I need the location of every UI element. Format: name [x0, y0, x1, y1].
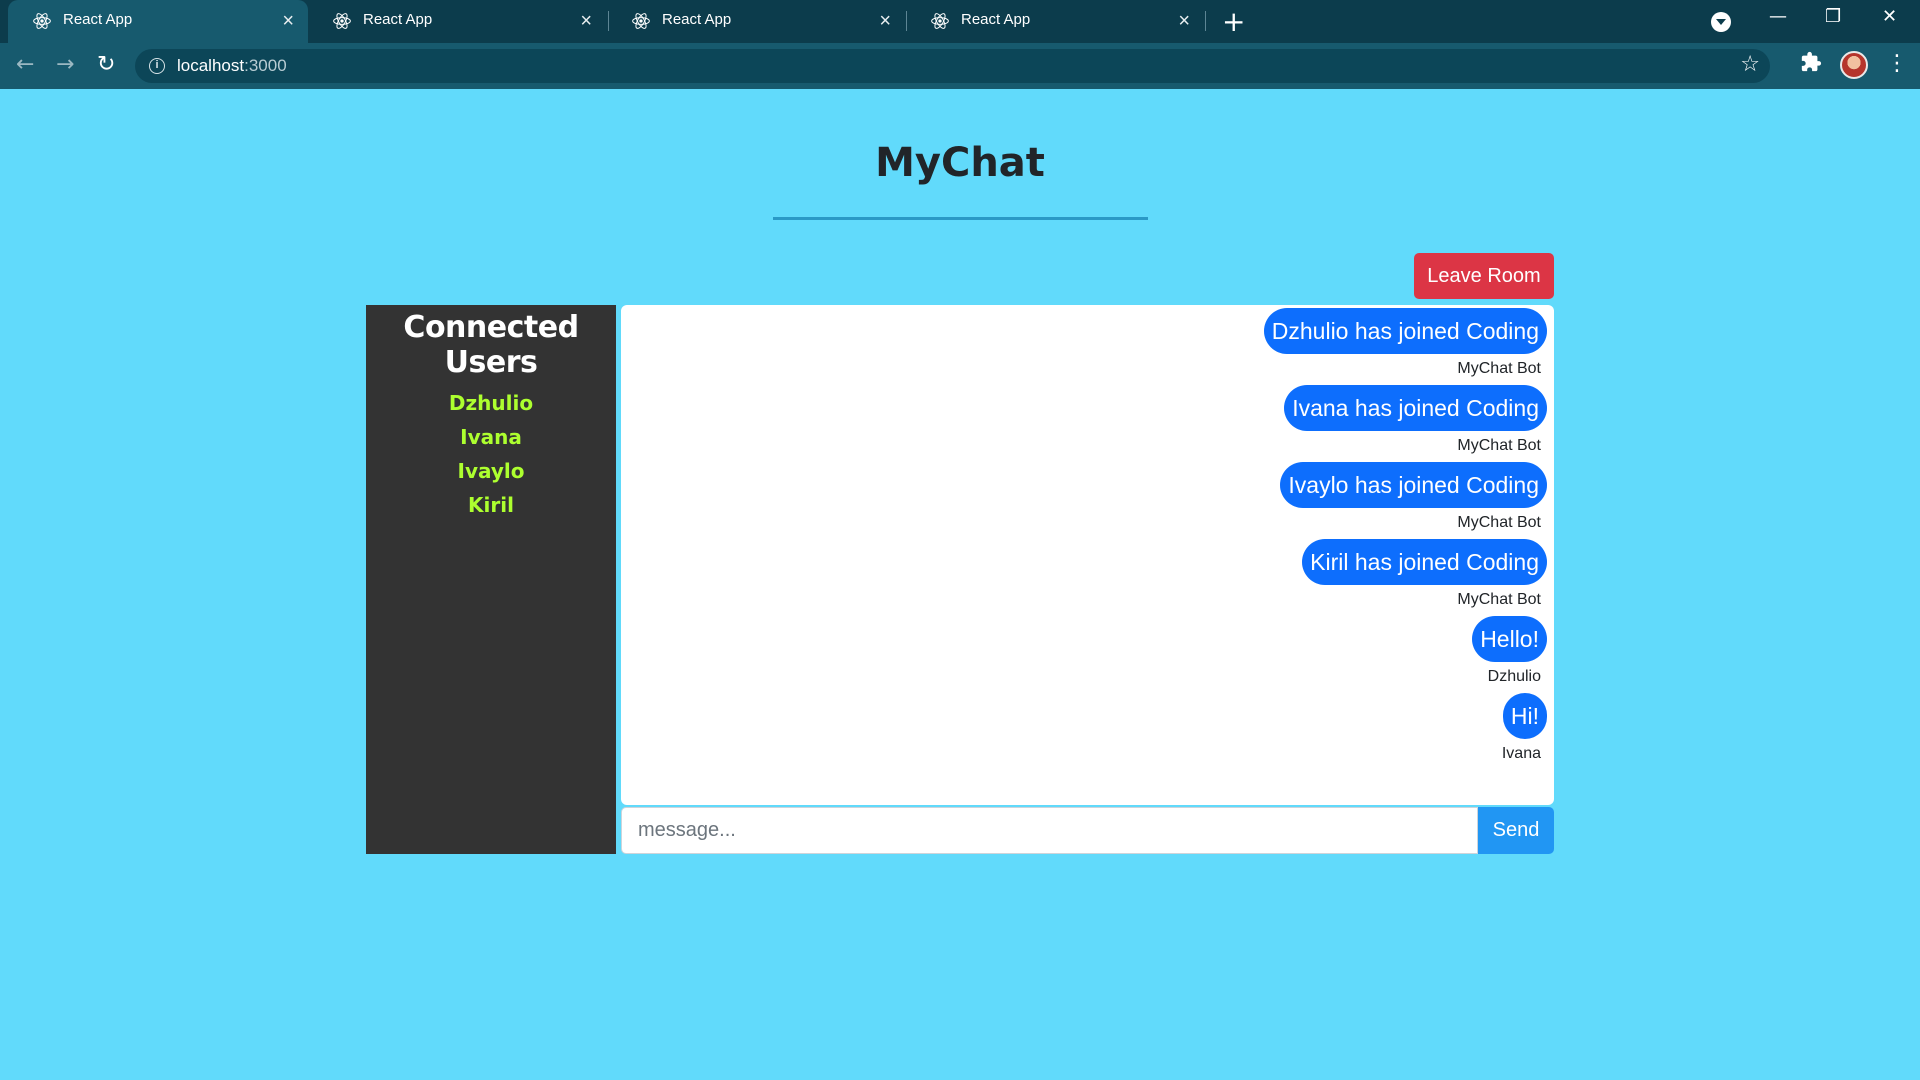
- message-bubble: Ivaylo has joined Coding: [1280, 462, 1547, 508]
- user-list-item: Dzhulio: [448, 391, 534, 415]
- tab-title: React App: [662, 11, 732, 28]
- profile-avatar[interactable]: [1840, 51, 1868, 79]
- address-bar[interactable]: i localhost:3000 ☆: [135, 49, 1770, 83]
- user-list-item: Kiril: [468, 493, 514, 517]
- restore-icon[interactable]: ❐: [1825, 6, 1841, 27]
- page-title: MyChat: [875, 140, 1045, 186]
- send-button[interactable]: Send: [1478, 807, 1554, 854]
- message-bubble: Ivana has joined Coding: [1284, 385, 1547, 431]
- browser-tab-bar: React App × React App × React App × Reac…: [0, 0, 1920, 43]
- user-list-item: Ivana: [460, 425, 522, 449]
- close-tab-icon[interactable]: ×: [1178, 10, 1190, 33]
- url-host: localhost: [177, 56, 245, 75]
- close-tab-icon[interactable]: ×: [580, 10, 592, 33]
- react-logo-icon: [33, 13, 51, 29]
- tab-title: React App: [961, 11, 1031, 28]
- back-icon[interactable]: ←: [16, 52, 34, 77]
- chat-message: Ivana has joined Coding MyChat Bot: [1284, 385, 1547, 455]
- chat-messages-area[interactable]: Dzhulio has joined Coding MyChat Bot Iva…: [621, 305, 1554, 805]
- new-tab-icon[interactable]: +: [1222, 5, 1245, 38]
- react-logo-icon: [931, 13, 949, 29]
- extensions-puzzle-icon[interactable]: [1800, 51, 1822, 73]
- connected-users-panel: Connected Users Dzhulio Ivana Ivaylo Kir…: [366, 305, 616, 854]
- chat-message: Dzhulio has joined Coding MyChat Bot: [1263, 308, 1547, 378]
- browser-toolbar: ← → ↻ i localhost:3000 ☆ ⋮: [0, 43, 1920, 89]
- browser-menu-icon[interactable]: ⋮: [1886, 51, 1908, 76]
- chat-message: Ivaylo has joined Coding MyChat Bot: [1280, 462, 1547, 532]
- message-sender: Dzhulio: [1487, 668, 1541, 685]
- tab-separator: [1205, 11, 1206, 31]
- message-sender: Ivana: [1501, 745, 1541, 762]
- tab-title: React App: [63, 11, 133, 28]
- leave-room-button[interactable]: Leave Room: [1414, 253, 1554, 299]
- react-logo-icon: [333, 13, 351, 29]
- browser-tab[interactable]: React App ×: [308, 0, 606, 43]
- close-tab-icon[interactable]: ×: [879, 10, 891, 33]
- chat-message: Kiril has joined Coding MyChat Bot: [1302, 539, 1547, 609]
- close-window-icon[interactable]: ✕: [1882, 6, 1897, 27]
- message-bubble: Dzhulio has joined Coding: [1263, 308, 1547, 354]
- tab-search-icon[interactable]: [1711, 12, 1731, 32]
- close-tab-icon[interactable]: ×: [282, 10, 294, 33]
- browser-tab[interactable]: React App ×: [8, 0, 308, 43]
- tab-title: React App: [363, 11, 433, 28]
- url-text[interactable]: localhost:3000: [177, 56, 287, 76]
- message-sender: MyChat Bot: [1457, 514, 1541, 531]
- message-bubble: Hi!: [1502, 693, 1547, 739]
- browser-tab[interactable]: React App ×: [607, 0, 905, 43]
- title-divider: [773, 217, 1148, 220]
- reload-icon[interactable]: ↻: [97, 52, 115, 77]
- chat-message: Hi! Ivana: [1502, 693, 1547, 763]
- user-list: Dzhulio Ivana Ivaylo Kiril: [366, 386, 616, 522]
- message-sender: MyChat Bot: [1457, 437, 1541, 454]
- user-list-item: Ivaylo: [457, 459, 525, 483]
- message-sender: MyChat Bot: [1457, 591, 1541, 608]
- site-info-icon[interactable]: i: [149, 58, 165, 74]
- message-sender: MyChat Bot: [1457, 360, 1541, 377]
- react-logo-icon: [632, 13, 650, 29]
- message-input[interactable]: [621, 807, 1478, 854]
- chat-message: Hello! Dzhulio: [1472, 616, 1547, 686]
- browser-tab[interactable]: React App ×: [906, 0, 1204, 43]
- connected-users-heading: Connected Users: [403, 310, 579, 380]
- message-bubble: Kiril has joined Coding: [1302, 539, 1547, 585]
- bookmark-star-icon[interactable]: ☆: [1740, 52, 1760, 77]
- url-port: :3000: [244, 56, 287, 75]
- minimize-icon[interactable]: —: [1769, 6, 1787, 27]
- forward-icon[interactable]: →: [56, 52, 74, 77]
- message-bubble: Hello!: [1472, 616, 1547, 662]
